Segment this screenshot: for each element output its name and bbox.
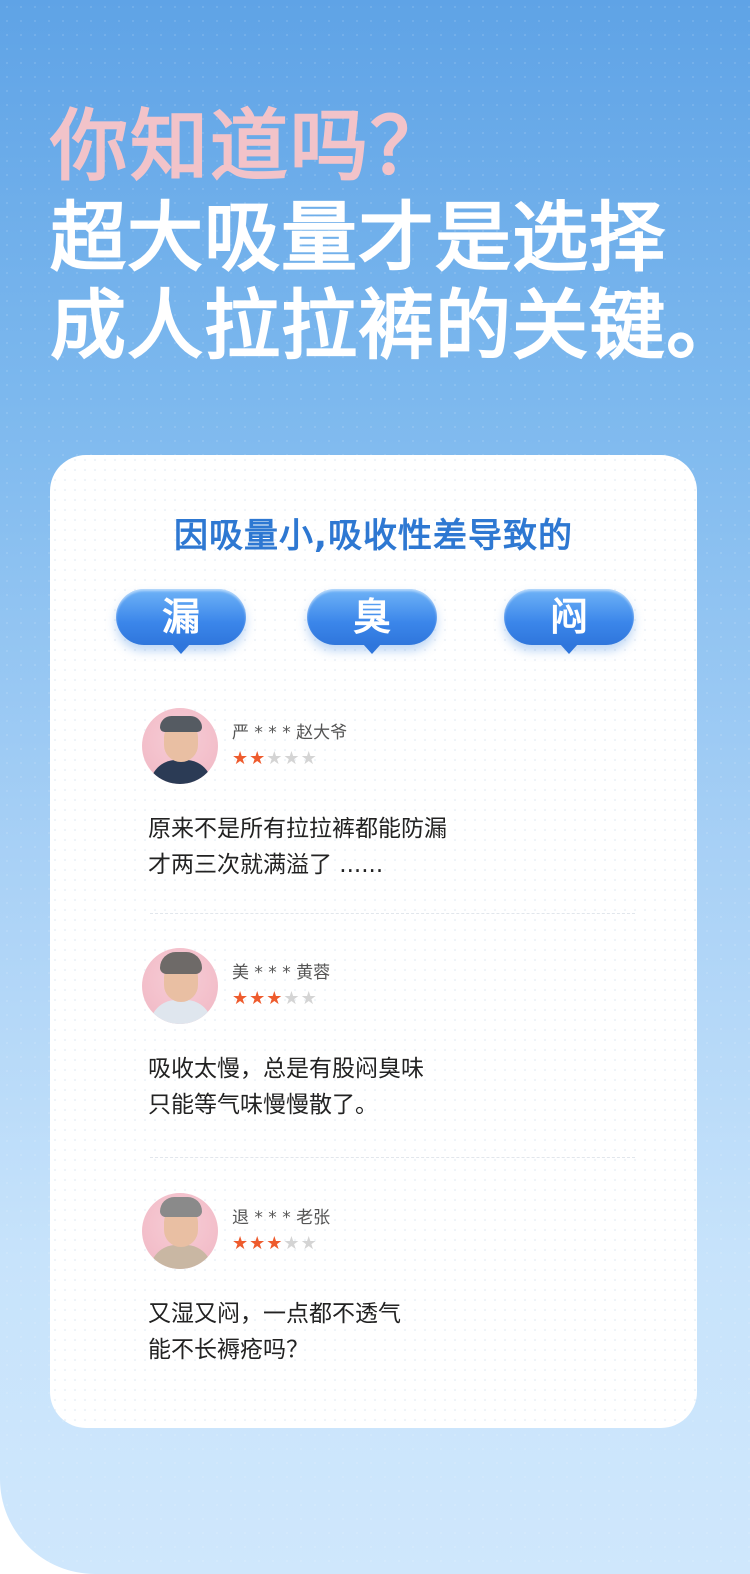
star-icon: ★: [232, 988, 250, 1009]
avatar: [142, 1193, 218, 1269]
review-item: 美 * * * 黄蓉 ★★★★★ 吸收太慢，总是有股闷臭味 只能等气味慢慢散了。: [142, 948, 642, 1118]
review-text: 吸收太慢，总是有股闷臭味 只能等气味慢慢散了。: [148, 1051, 424, 1123]
avatar: [142, 948, 218, 1024]
star-icon: ★: [232, 1233, 250, 1254]
review-text: 又湿又闷，一点都不透气 能不长褥疮吗？: [148, 1296, 401, 1368]
star-icon: ★: [266, 1233, 284, 1254]
review-card: 因吸量小,吸收性差导致的 漏 臭 闷 严 * * * 赵大爷 ★★★★★ 原来不…: [50, 455, 697, 1428]
reviewer-name: 严 * * * 赵大爷: [232, 723, 348, 743]
star-icon: ★: [249, 748, 267, 769]
reviewer-name: 美 * * * 黄蓉: [232, 963, 331, 983]
star-rating: ★★★★★: [232, 1233, 318, 1254]
star-icon: ★: [300, 1233, 318, 1254]
review-text: 原来不是所有拉拉裤都能防漏 才两三次就满溢了 ......: [148, 811, 447, 883]
star-icon: ★: [283, 988, 301, 1009]
star-icon: ★: [283, 1233, 301, 1254]
star-icon: ★: [249, 988, 267, 1009]
reviewer-name: 退 * * * 老张: [232, 1208, 331, 1228]
star-icon: ★: [300, 988, 318, 1009]
star-rating: ★★★★★: [232, 988, 318, 1009]
headline-line-3: 成人拉拉裤的关键。: [50, 281, 743, 370]
star-icon: ★: [266, 748, 284, 769]
review-text-line: 才两三次就满溢了 ......: [148, 852, 384, 878]
star-icon: ★: [249, 1233, 267, 1254]
star-icon: ★: [300, 748, 318, 769]
divider: [150, 1157, 635, 1158]
bubble-stuffy: 闷: [504, 589, 634, 654]
star-rating: ★★★★★: [232, 748, 318, 769]
bubble-leak: 漏: [116, 589, 246, 654]
card-title: 因吸量小,吸收性差导致的: [174, 516, 573, 556]
review-item: 严 * * * 赵大爷 ★★★★★ 原来不是所有拉拉裤都能防漏 才两三次就满溢了…: [142, 708, 642, 878]
page: 你知道吗？ 超大吸量才是选择 成人拉拉裤的关键。 因吸量小,吸收性差导致的 漏 …: [0, 0, 750, 1574]
bubble-odor: 臭: [307, 589, 437, 654]
star-icon: ★: [283, 748, 301, 769]
review-text-line: 吸收太慢，总是有股闷臭味: [148, 1056, 424, 1082]
divider: [150, 913, 635, 914]
headline: 你知道吗？ 超大吸量才是选择 成人拉拉裤的关键。: [50, 100, 743, 370]
review-text-line: 能不长褥疮吗？: [148, 1337, 309, 1363]
review-text-line: 只能等气味慢慢散了。: [148, 1092, 378, 1118]
headline-line-2: 超大吸量才是选择: [50, 193, 666, 282]
headline-question: 你知道吗？: [50, 102, 451, 192]
review-text-line: 原来不是所有拉拉裤都能防漏: [148, 816, 447, 842]
review-item: 退 * * * 老张 ★★★★★ 又湿又闷，一点都不透气 能不长褥疮吗？: [142, 1193, 642, 1363]
star-icon: ★: [266, 988, 284, 1009]
star-icon: ★: [232, 748, 250, 769]
review-text-line: 又湿又闷，一点都不透气: [148, 1301, 401, 1327]
avatar: [142, 708, 218, 784]
